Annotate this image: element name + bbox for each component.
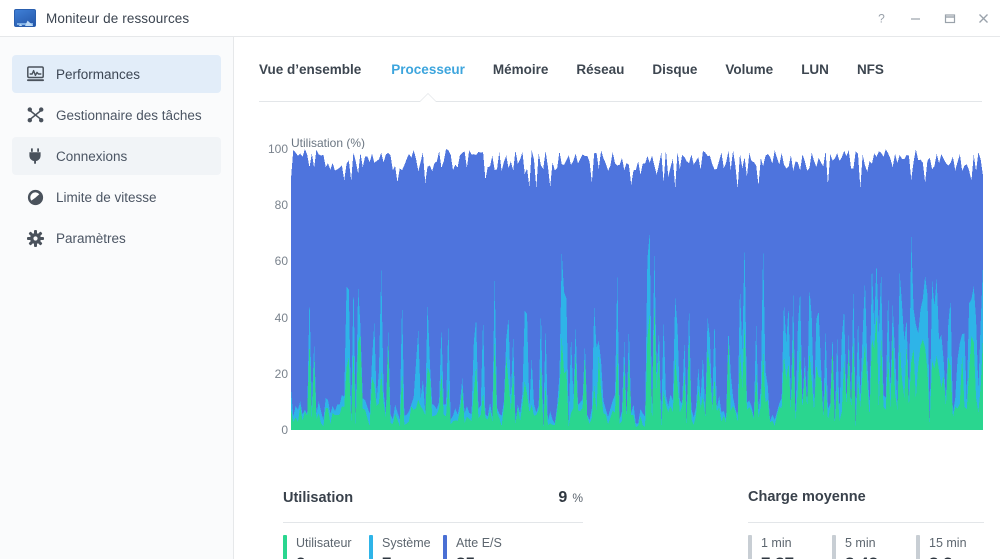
svg-text:?: ? xyxy=(878,12,885,25)
sidebar-item-parametres[interactable]: Paramètres xyxy=(12,219,221,257)
tab-disque[interactable]: Disque xyxy=(638,62,711,77)
panel-divider xyxy=(283,522,583,523)
main-content: Vue d’ensemble Processeur Mémoire Réseau… xyxy=(234,37,1000,559)
sidebar-item-label: Limite de vitesse xyxy=(56,189,157,205)
sidebar-item-connexions[interactable]: Connexions xyxy=(12,137,221,175)
metric-label: Utilisateur xyxy=(296,536,352,550)
panel-title: Utilisation xyxy=(283,490,354,506)
chart-y-axis: 100 80 60 40 20 0 xyxy=(234,133,288,437)
monitor-chart-icon xyxy=(26,65,44,83)
sidebar-item-performances[interactable]: Performances xyxy=(12,55,221,93)
utilisation-total-unit: % xyxy=(572,491,583,505)
chart-plot-area xyxy=(291,149,983,430)
task-nodes-icon xyxy=(26,106,44,124)
metric-load-5min: 5 min 8.43 xyxy=(832,535,916,559)
sidebar-item-label: Paramètres xyxy=(56,230,126,246)
stats-row: Utilisation 9 % Utilisateur 2 xyxy=(234,489,1000,559)
sidebar-item-label: Performances xyxy=(56,66,141,82)
title-bar: Moniteur de ressources ? xyxy=(0,0,1000,37)
resource-monitor-window: Moniteur de ressources ? Performances Ge… xyxy=(0,0,1000,559)
metric-systeme: Système 7 % xyxy=(369,535,443,559)
metric-label: 1 min xyxy=(761,536,792,550)
utilisation-total-value: 9 xyxy=(558,489,568,506)
tab-separator xyxy=(259,101,982,102)
sidebar-item-gestionnaire-des-taches[interactable]: Gestionnaire des tâches xyxy=(12,96,221,134)
tab-lun[interactable]: LUN xyxy=(787,62,843,77)
chart-series-svg xyxy=(291,149,983,430)
tab-vue-densemble[interactable]: Vue d’ensemble xyxy=(259,62,377,77)
charge-moyenne-metrics: 1 min 7.87 5 min 8.43 xyxy=(748,535,1000,559)
metric-label: 5 min xyxy=(845,536,876,550)
gear-icon xyxy=(26,229,44,247)
metric-load-15min: 15 min 8.3 xyxy=(916,535,1000,559)
metric-color-bar xyxy=(916,535,920,559)
sidebar-item-limite-de-vitesse[interactable]: Limite de vitesse xyxy=(12,178,221,216)
metric-value: 8.3 xyxy=(929,554,953,559)
tab-bar: Vue d’ensemble Processeur Mémoire Réseau… xyxy=(234,49,1000,89)
chart-y-tick: 0 xyxy=(281,423,288,437)
close-button[interactable] xyxy=(966,0,1000,36)
chart-y-tick: 40 xyxy=(274,310,288,325)
utilisation-total: 9 % xyxy=(558,489,583,507)
utilisation-metrics: Utilisateur 2 % Système 7 xyxy=(283,535,583,559)
help-button[interactable]: ? xyxy=(864,0,898,36)
tab-processeur[interactable]: Processeur xyxy=(377,62,479,77)
metric-label: 15 min xyxy=(929,536,967,550)
metric-color-bar xyxy=(369,535,373,559)
metric-label: Système xyxy=(382,536,431,550)
chart-y-tick: 80 xyxy=(274,198,288,213)
metric-atte-es: Atte E/S 85 % xyxy=(443,535,523,559)
metric-load-1min: 1 min 7.87 xyxy=(748,535,832,559)
chart-y-tick: 60 xyxy=(274,254,288,269)
window-controls: ? xyxy=(864,0,1000,36)
metric-utilisateur: Utilisateur 2 % xyxy=(283,535,369,559)
metric-color-bar xyxy=(832,535,836,559)
chart-y-axis-title: Utilisation (%) xyxy=(291,136,366,150)
metric-value: 8.43 xyxy=(845,554,878,559)
minimize-button[interactable] xyxy=(898,0,932,36)
sidebar-item-label: Connexions xyxy=(56,148,128,164)
metric-color-bar xyxy=(283,535,287,559)
monitor-icon xyxy=(14,9,36,27)
tab-memoire[interactable]: Mémoire xyxy=(479,62,563,77)
panel-title: Charge moyenne xyxy=(748,489,866,505)
cpu-usage-chart: Utilisation (%) 100 80 60 40 20 0 xyxy=(234,133,1000,488)
panel-divider xyxy=(748,522,984,523)
plug-icon xyxy=(26,147,44,165)
metric-value: 2 xyxy=(296,554,305,559)
sidebar-item-label: Gestionnaire des tâches xyxy=(56,107,202,123)
utilisation-panel: Utilisation 9 % Utilisateur 2 xyxy=(283,489,583,559)
charge-moyenne-panel: Charge moyenne 1 min 7.87 5 min xyxy=(748,489,1000,559)
chart-y-tick: 20 xyxy=(274,366,288,381)
metric-value: 7 xyxy=(382,554,391,559)
tab-reseau[interactable]: Réseau xyxy=(562,62,638,77)
metric-color-bar xyxy=(748,535,752,559)
maximize-button[interactable] xyxy=(932,0,966,36)
sidebar: Performances Gestionnaire des tâches Con… xyxy=(0,37,234,559)
tab-volume[interactable]: Volume xyxy=(711,62,787,77)
chart-y-tick: 100 xyxy=(267,142,288,156)
metric-value: 7.87 xyxy=(761,554,794,559)
metric-label: Atte E/S xyxy=(456,536,502,550)
tab-nfs[interactable]: NFS xyxy=(843,62,898,77)
window-title: Moniteur de ressources xyxy=(46,10,190,26)
speedometer-icon xyxy=(26,188,44,206)
metric-value: 85 xyxy=(456,554,475,559)
active-tab-indicator xyxy=(420,94,437,102)
metric-color-bar xyxy=(443,535,447,559)
